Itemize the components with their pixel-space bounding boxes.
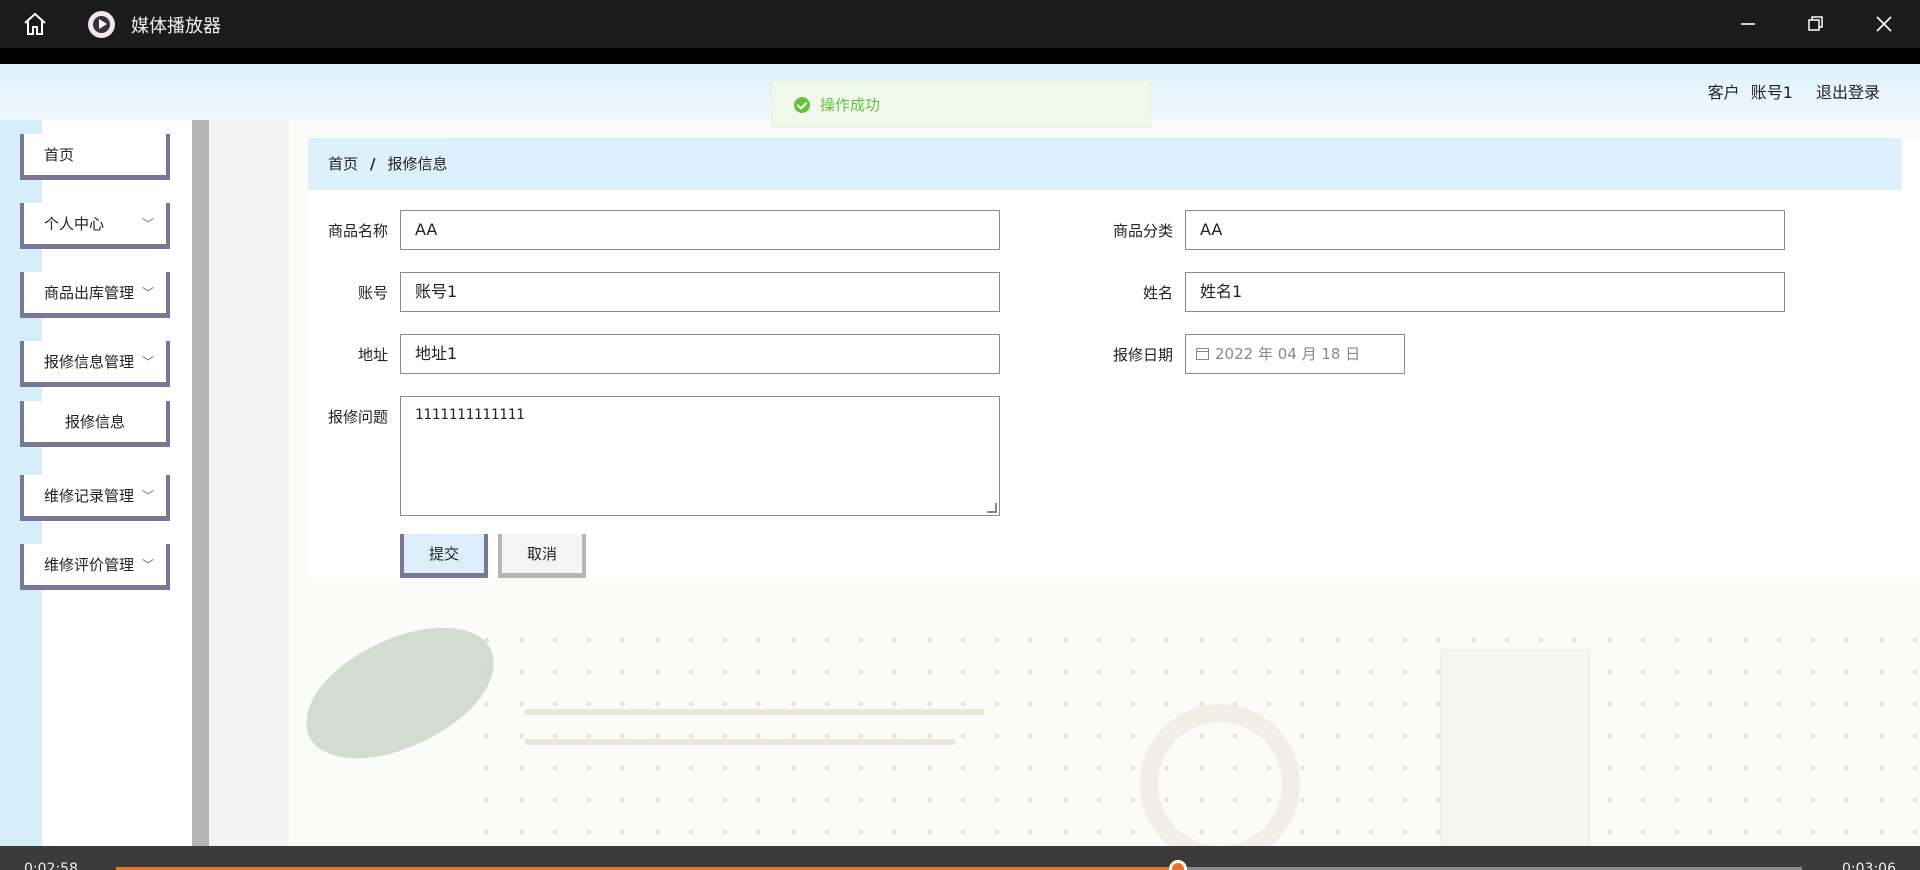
background-shelf [525,709,985,715]
account-field[interactable]: 账号1 [400,272,1000,312]
media-player-logo-icon [88,11,115,38]
repair-date-value: 2022 年 04 月 18 日 [1215,345,1361,363]
user-account: 账号1 [1750,83,1793,102]
product-category-field[interactable]: AA [1185,210,1785,250]
name-field[interactable]: 姓名1 [1185,272,1785,312]
sidebar-item-label: 商品出库管理 [44,284,135,302]
success-toast: 操作成功 [771,80,1151,128]
sidebar-gutter [209,120,289,846]
restore-button[interactable] [1801,10,1829,38]
sidebar-item-outbound-management[interactable]: 商品出库管理 ﹀ [20,272,170,318]
minimize-button[interactable] [1734,10,1762,38]
background-shelf [525,739,955,745]
address-label: 地址 [357,346,388,364]
web-page: 客户 账号1 退出登录 首页 个人中心 ﹀ 商品出库管理 ﹀ 报修信息管理 ﹀ … [0,64,1920,846]
sidebar-item-repair-review-management[interactable]: 维修评价管理 ﹀ [20,544,170,590]
user-area: 客户 账号1 退出登录 [1690,79,1880,103]
sidebar-item-repair-info-management[interactable]: 报修信息管理 ﹀ [20,341,170,387]
account-label: 账号 [357,284,388,302]
product-name-label: 商品名称 [327,222,388,240]
chevron-down-icon: ﹀ [141,558,154,572]
close-button[interactable] [1870,10,1898,38]
resize-grip-icon[interactable] [987,503,997,513]
repair-issue-label: 报修问题 [327,408,388,426]
progress-handle[interactable] [1169,860,1188,870]
cancel-button[interactable]: 取消 [498,534,586,578]
toast-message: 操作成功 [820,96,881,114]
calendar-icon [1196,348,1209,360]
submit-button[interactable]: 提交 [400,534,488,578]
sidebar-item-label: 报修信息管理 [44,353,135,371]
product-category-label: 商品分类 [1112,222,1173,240]
total-time: 0:03:06 [1842,861,1896,870]
repair-date-picker[interactable]: 2022 年 04 月 18 日 [1185,334,1405,374]
chevron-down-icon: ﹀ [141,355,154,369]
sidebar-item-label: 维修记录管理 [44,487,135,505]
sidebar-scrollbar[interactable] [192,120,209,846]
breadcrumb-separator: / [370,155,376,173]
address-field[interactable]: 地址1 [400,334,1000,374]
breadcrumb-current: 报修信息 [387,155,448,173]
success-check-icon [794,97,810,113]
user-role: 客户 [1707,83,1740,102]
repair-form-card: 首页 / 报修信息 商品名称 AA 商品分类 AA 账号 账号1 姓名 姓名1 地址… [308,138,1920,578]
player-controls: 0:02:58 0:03:06 [0,846,1920,870]
chevron-down-icon: ﹀ [141,286,154,300]
elapsed-time: 0:02:58 [24,861,78,870]
logout-link[interactable]: 退出登录 [1816,83,1880,102]
repair-issue-textarea[interactable]: 1111111111111 [400,396,1000,516]
sidebar-item-label: 个人中心 [44,215,105,233]
chevron-down-icon: ﹀ [141,217,154,231]
sidebar-item-personal-center[interactable]: 个人中心 ﹀ [20,203,170,249]
sidebar-item-label: 首页 [44,146,75,164]
sidebar-item-home[interactable]: 首页 [20,134,170,180]
breadcrumb: 首页 / 报修信息 [308,138,1902,190]
sidebar-item-label: 维修评价管理 [44,556,135,574]
chevron-down-icon: ﹀ [141,489,154,503]
home-icon[interactable] [22,12,48,36]
breadcrumb-home[interactable]: 首页 [328,155,358,173]
sidebar-item-label: 报修信息 [64,413,125,431]
sidebar-item-repair-record-management[interactable]: 维修记录管理 ﹀ [20,475,170,521]
repair-date-label: 报修日期 [1112,346,1173,364]
background-vase [1440,649,1590,846]
name-label: 姓名 [1142,284,1173,302]
product-name-field[interactable]: AA [400,210,1000,250]
app-name: 媒体播放器 [131,16,221,37]
sidebar-subitem-repair-info[interactable]: 报修信息 [20,401,170,447]
player-divider [0,48,1920,64]
player-title-bar: 媒体播放器 [0,0,1920,48]
repair-issue-value: 1111111111111 [415,407,525,423]
